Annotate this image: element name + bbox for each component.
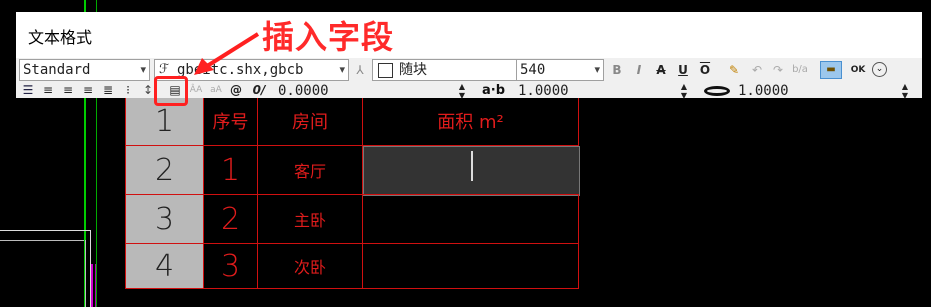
title-bar[interactable]: 文本格式: [16, 12, 922, 58]
text-cursor-icon: [471, 151, 473, 181]
width-factor-icon: [704, 86, 730, 96]
options-chevron-icon[interactable]: ⌄: [872, 62, 887, 77]
annotative-icon[interactable]: ⅄: [352, 62, 368, 78]
color-value: 随块: [399, 62, 427, 78]
align-justify-icon[interactable]: ☰: [20, 82, 36, 98]
stack-icon[interactable]: b/a: [792, 62, 808, 78]
table-row-index: 2: [125, 145, 204, 195]
align-right-icon[interactable]: ≡: [80, 82, 96, 98]
width-spinner[interactable]: ▲ ▼: [897, 82, 913, 100]
active-text-editor[interactable]: [363, 146, 580, 196]
table-row-area: [362, 243, 579, 289]
color-select[interactable]: 随块 ▾: [372, 59, 529, 81]
table-row-area: [362, 194, 579, 244]
tracking-value[interactable]: 1.0000: [518, 82, 569, 100]
annotation-arrow-icon: [194, 32, 260, 75]
undo-icon[interactable]: ↶: [749, 62, 765, 78]
cad-wall-line: [0, 230, 90, 231]
symbol-icon[interactable]: @: [228, 82, 244, 98]
annotation-highlight-box: [154, 76, 188, 106]
style-select[interactable]: Standard ▾: [19, 59, 150, 81]
bold-button[interactable]: B: [608, 61, 626, 79]
table-row-seq: 2: [203, 194, 258, 244]
table-row-seq: 3: [203, 243, 258, 289]
cad-wall-line: [0, 240, 84, 241]
ruler-icon[interactable]: ▬: [820, 61, 842, 79]
table-row-area[interactable]: [362, 145, 580, 196]
align-center-icon[interactable]: ≡: [60, 82, 76, 98]
table-row-room: 次卧: [257, 243, 363, 289]
window-title: 文本格式: [28, 28, 93, 47]
cad-magenta-line: [95, 264, 96, 307]
width-value[interactable]: 1.0000: [738, 82, 789, 100]
table-row-index: 3: [125, 194, 204, 244]
overline-button[interactable]: O: [696, 61, 714, 79]
table-row-index: 4: [125, 243, 204, 289]
ok-button[interactable]: OK: [847, 61, 869, 79]
strikethrough-button[interactable]: A: [652, 61, 670, 79]
numbering-icon[interactable]: ⁝: [120, 82, 136, 98]
italic-button[interactable]: I: [630, 61, 648, 79]
table-row-room: 主卧: [257, 194, 363, 244]
color-swatch: [378, 63, 393, 78]
redo-icon[interactable]: ↷: [770, 62, 786, 78]
tracking-label: a·b: [482, 83, 506, 98]
oblique-angle-icon[interactable]: 0/: [248, 82, 270, 98]
uppercase-icon[interactable]: ÂA: [188, 82, 204, 98]
chevron-down-icon: ▾: [140, 63, 146, 76]
chevron-down-icon: ▾: [594, 63, 600, 76]
oblique-value[interactable]: 0.0000: [278, 82, 329, 100]
chevron-down-icon: ▾: [339, 63, 345, 76]
table-row-room: 客厅: [257, 145, 363, 195]
oblique-spinner[interactable]: ▲ ▼: [454, 82, 470, 100]
align-left-icon[interactable]: ≡: [40, 82, 56, 98]
table-header-room: 房间: [257, 96, 363, 146]
cad-magenta-line: [91, 264, 93, 307]
table-header-area: 面积 m²: [362, 96, 579, 146]
underline-button[interactable]: U: [674, 61, 692, 79]
text-format-toolbar: 文本格式 Standard ▾ ℱ gbeitc.shx,gbcb ▾ ⅄ 随块…: [16, 12, 922, 100]
text-height-select[interactable]: 540 ▾: [516, 59, 604, 81]
style-value: Standard: [23, 62, 91, 78]
table-row-seq: 1: [203, 145, 258, 195]
match-format-icon[interactable]: ✎: [726, 62, 742, 78]
tracking-spinner[interactable]: ▲ ▼: [676, 82, 692, 100]
annotation-label: 插入字段: [262, 18, 395, 56]
distribute-icon[interactable]: ≣: [100, 82, 116, 98]
lowercase-icon[interactable]: aA: [208, 82, 224, 98]
cad-wall-line: [85, 240, 86, 307]
table-header-seq: 序号: [203, 96, 258, 146]
height-value: 540: [520, 62, 546, 78]
